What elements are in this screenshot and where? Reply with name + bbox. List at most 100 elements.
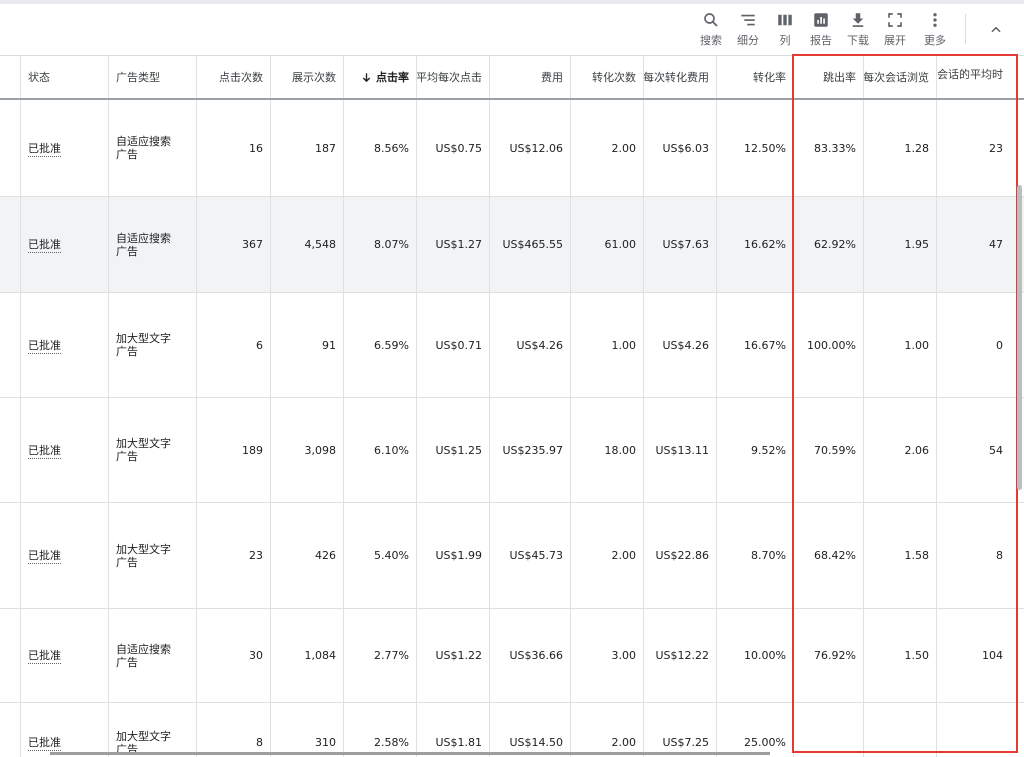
table-cell: 1.28 [863,100,936,196]
download-icon [838,10,878,30]
cell-value: 2.58% [374,736,409,749]
column-header-9[interactable]: 转化率 [716,56,793,98]
table-cell: 9.52% [716,398,793,502]
cell-value: 30 [249,649,263,662]
cell-value: US$6.03 [662,141,709,155]
column-header-2[interactable]: 点击次数 [196,56,270,98]
column-header-8[interactable]: 每次转化费用 [643,56,716,98]
column-header-0[interactable]: 状态 [20,56,108,98]
table-row[interactable]: 已批准 加大型文字广告 189 3,098 6.10% US$1.25 US$235.97 1… [0,398,1024,503]
column-header-label: 广告类型 [116,71,160,84]
cell-value: 8.70% [751,549,786,562]
status-text[interactable]: 已批准 [28,547,61,564]
table-cell: 1.00 [863,293,936,397]
column-header-6[interactable]: 费用 [489,56,570,98]
table-cell: US$1.27 [416,197,489,292]
cell-value: 76.92% [814,649,856,662]
cell-value: 70.59% [814,443,856,457]
column-header-label: 转化次数 [592,71,636,84]
column-header-label: 每次会话浏览 [863,71,929,84]
table-cell: 2.00 [570,703,643,757]
table-cell: 1.58 [863,503,936,608]
cell-value: 189 [242,443,263,457]
table-cell: 6.59% [343,293,416,397]
cell-value: 1.58 [904,549,930,562]
horizontal-scrollbar[interactable] [50,752,770,755]
table-cell: 加大型文字广告 [108,503,196,608]
table-row[interactable]: 已批准 加大型文字广告 23 426 5.40% US$1.99 US$45.73 2.00 U… [0,503,1024,609]
cell-value: 367 [242,238,263,251]
table-cell: 310 [270,703,343,757]
table-cell: 自适应搜索广告 [108,100,196,196]
table-cell: US$7.63 [643,197,716,292]
column-header-5[interactable]: 平均每次点击 [416,56,489,98]
status-text[interactable]: 已批准 [28,140,61,157]
column-header-label: 展示次数 [292,71,336,84]
ads-table: 状态 广告类型 点击次数 展示次数 点击率 平均每次点击 费用 转化次数 每次转化费用 转化率 跳出… [0,56,1024,757]
column-header-3[interactable]: 展示次数 [270,56,343,98]
table-row[interactable]: 已批准 加大型文字广告 8 310 2.58% US$1.81 US$14.50 2.00 US… [0,703,1024,757]
table-cell: 2.06 [863,398,936,502]
cell-value: 8 [996,549,1003,562]
cell-value: 加大型文字广告 [116,332,171,358]
cell-value: US$22.86 [655,549,709,562]
status-text[interactable]: 已批准 [28,236,61,253]
cell-value: 自适应搜索广告 [116,642,171,669]
cell-value: 104 [982,649,1003,662]
table-cell: 8 [936,503,1010,608]
cell-value: 0 [996,338,1003,352]
columns-tool[interactable]: 列 [765,10,805,48]
collapse-button[interactable] [984,18,1008,42]
table-cell: 加大型文字广告 [108,703,196,757]
table-row[interactable]: 已批准 自适应搜索广告 367 4,548 8.07% US$1.27 US$465.55 6… [0,197,1024,293]
status-text[interactable]: 已批准 [28,337,61,354]
table-row[interactable]: 已批准 加大型文字广告 6 91 6.59% US$0.71 US$4.26 1.00 US$4… [0,293,1024,398]
segment-tool[interactable]: 细分 [728,10,768,48]
vertical-scrollbar[interactable] [1017,185,1022,490]
column-header-12[interactable]: 会话的平均时 [936,56,1010,98]
table-cell: 189 [196,398,270,502]
table-row[interactable]: 已批准 自适应搜索广告 30 1,084 2.77% US$1.22 US$36.66 3.0… [0,609,1024,703]
cell-value: US$1.27 [435,238,482,251]
expand-tool[interactable]: 展开 [875,10,915,48]
download-tool[interactable]: 下载 [838,10,878,48]
cell-value: 25.00% [744,736,786,749]
column-header-11[interactable]: 每次会话浏览 [863,56,936,98]
table-cell: US$12.06 [489,100,570,196]
cell-value: 3,098 [304,443,337,457]
table-cell: 23 [196,503,270,608]
cell-value: 1.00 [904,338,930,352]
table-cell: 加大型文字广告 [108,293,196,397]
table-cell: 已批准 [20,197,108,292]
status-text[interactable]: 已批准 [28,442,61,459]
cell-value: 2.77% [374,649,409,662]
cell-value: 54 [989,443,1003,457]
cell-value: US$12.22 [655,649,709,662]
column-header-label: 点击次数 [219,71,263,84]
column-header-7[interactable]: 转化次数 [570,56,643,98]
more-tool[interactable]: 更多 [915,10,955,48]
search-tool[interactable]: 搜索 [691,10,731,48]
table-header: 状态 广告类型 点击次数 展示次数 点击率 平均每次点击 费用 转化次数 每次转化费用 转化率 跳出… [0,56,1024,100]
segment-icon [728,10,768,30]
column-header-10[interactable]: 跳出率 [793,56,863,98]
table-cell: 4,548 [270,197,343,292]
column-header-4[interactable]: 点击率 [343,56,416,98]
cell-value: 23 [989,141,1003,155]
expand-icon [875,10,915,30]
table-cell: US$12.22 [643,609,716,702]
cell-value: 91 [322,338,336,352]
cell-value: 加大型文字广告 [116,437,171,463]
cell-value: US$1.81 [435,736,482,749]
column-header-label: 每次转化费用 [643,71,709,84]
table-cell: 2.00 [570,503,643,608]
cell-value: 2.06 [904,443,930,457]
report-tool[interactable]: 报告 [801,10,841,48]
column-header-1[interactable]: 广告类型 [108,56,196,98]
status-text[interactable]: 已批准 [28,734,61,751]
table-row[interactable]: 已批准 自适应搜索广告 16 187 8.56% US$0.75 US$12.06 2.00 U… [0,100,1024,197]
cell-value: 187 [315,141,336,155]
status-text[interactable]: 已批准 [28,647,61,664]
cell-value: US$7.63 [662,238,709,251]
table-cell: 10.00% [716,609,793,702]
